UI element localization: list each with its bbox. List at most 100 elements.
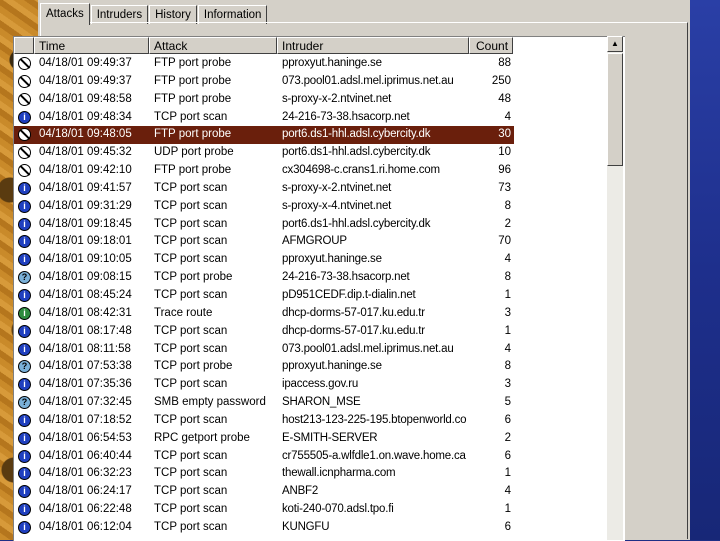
- row-attack: FTP port probe: [154, 92, 232, 105]
- row-time: 04/18/01 07:53:38: [39, 360, 132, 373]
- table-row[interactable]: i 04/18/01 09:41:57 TCP port scan s-proxy-x…: [14, 180, 625, 198]
- column-header-icon[interactable]: [14, 37, 34, 54]
- table-row[interactable]: i 04/18/01 09:31:29 TCP port scan s-proxy-x…: [14, 198, 625, 216]
- row-count: 2: [504, 431, 511, 444]
- column-header-time[interactable]: Time: [34, 37, 149, 54]
- row-intruder: ipaccess.gov.ru: [282, 378, 359, 391]
- column-header-intruder[interactable]: Intruder: [277, 37, 469, 54]
- row-count: 10: [498, 146, 511, 159]
- row-count: 4: [504, 485, 511, 498]
- question-icon: ?: [18, 360, 31, 374]
- ftp-probe-icon: [18, 57, 31, 70]
- row-intruder: s-proxy-x-4.ntvinet.net: [282, 199, 392, 212]
- column-header-attack[interactable]: Attack: [149, 37, 277, 54]
- row-count: 1: [504, 503, 511, 516]
- column-header-count[interactable]: Count: [469, 37, 513, 54]
- scroll-thumb[interactable]: [607, 53, 623, 166]
- row-attack: RPC getport probe: [154, 431, 250, 444]
- row-attack: TCP port scan: [154, 520, 228, 533]
- row-intruder: s-proxy-x-2.ntvinet.net: [282, 92, 392, 105]
- row-time: 04/18/01 06:22:48: [39, 503, 132, 516]
- table-row[interactable]: ? 04/18/01 07:53:38 TCP port probe pproxyut…: [14, 358, 625, 376]
- table-row[interactable]: i 04/18/01 09:48:34 TCP port scan 24-216-73…: [14, 109, 625, 127]
- table-row[interactable]: i 04/18/01 07:18:52 TCP port scan host213-1…: [14, 412, 625, 430]
- arrow-up-icon: ▲: [611, 39, 619, 48]
- vertical-scrollbar[interactable]: ▲: [607, 36, 623, 540]
- table-row[interactable]: i 04/18/01 09:18:01 TCP port scan AFMGROUP 7…: [14, 233, 625, 251]
- row-count: 2: [504, 217, 511, 230]
- table-row[interactable]: i 04/18/01 08:42:31 Trace route dhcp-dorms-…: [14, 305, 625, 323]
- row-time: 04/18/01 09:45:32: [39, 146, 132, 159]
- info-icon: i: [18, 288, 31, 302]
- info-icon: i: [18, 449, 31, 463]
- row-time: 04/18/01 09:49:37: [39, 57, 132, 69]
- ftp-probe-icon: [18, 164, 31, 178]
- table-row[interactable]: ? 04/18/01 07:32:45 SMB empty password SHAR…: [14, 394, 625, 412]
- table-row[interactable]: i 04/18/01 06:32:23 TCP port scan thewall.i…: [14, 465, 625, 483]
- row-count: 1: [504, 467, 511, 480]
- row-attack: TCP port scan: [154, 324, 228, 337]
- row-time: 04/18/01 08:11:58: [39, 342, 131, 355]
- row-time: 04/18/01 08:45:24: [39, 288, 132, 301]
- attacks-list[interactable]: Time Attack Intruder Count 04/18/01 09:4…: [13, 36, 625, 541]
- row-count: 30: [498, 128, 511, 141]
- row-time: 04/18/01 08:17:48: [39, 324, 132, 337]
- row-intruder: pproxyut.haninge.se: [282, 57, 382, 69]
- table-row[interactable]: i 04/18/01 08:17:48 TCP port scan dhcp-dorm…: [14, 323, 625, 341]
- info-icon: i: [18, 520, 31, 534]
- table-row[interactable]: i 04/18/01 08:45:24 TCP port scan pD951CEDF…: [14, 287, 625, 305]
- row-attack: TCP port scan: [154, 217, 228, 230]
- table-row[interactable]: i 04/18/01 06:24:17 TCP port scan ANBF2 4: [14, 483, 625, 501]
- table-row[interactable]: i 04/18/01 09:10:05 TCP port scan pproxyut.…: [14, 251, 625, 269]
- row-intruder: KUNGFU: [282, 520, 330, 533]
- row-time: 04/18/01 06:40:44: [39, 449, 132, 462]
- row-intruder: s-proxy-x-2.ntvinet.net: [282, 181, 392, 194]
- row-time: 04/18/01 09:49:37: [39, 74, 132, 87]
- row-attack: TCP port scan: [154, 253, 228, 266]
- table-row[interactable]: 04/18/01 09:49:37 FTP port probe pproxyut.…: [14, 55, 625, 73]
- table-row[interactable]: 04/18/01 09:49:37 FTP port probe 073.pool0…: [14, 73, 625, 91]
- row-count: 6: [504, 520, 511, 533]
- row-attack: FTP port probe: [154, 128, 232, 141]
- table-row[interactable]: 04/18/01 09:45:32 UDP port probe port6.ds1…: [14, 144, 625, 162]
- row-attack: TCP port scan: [154, 342, 228, 355]
- table-row[interactable]: i 04/18/01 08:11:58 TCP port scan 073.pool0…: [14, 341, 625, 359]
- row-count: 250: [491, 74, 511, 87]
- row-count: 5: [504, 396, 511, 409]
- ftp-probe-icon: [18, 74, 31, 88]
- table-row[interactable]: i 04/18/01 07:35:36 TCP port scan ipaccess.…: [14, 376, 625, 394]
- table-row[interactable]: i 04/18/01 06:40:44 TCP port scan cr755505-…: [14, 448, 625, 466]
- table-row[interactable]: 04/18/01 09:48:58 FTP port probe s-proxy-x…: [14, 91, 625, 109]
- info-icon: i: [18, 378, 31, 392]
- row-count: 6: [504, 449, 511, 462]
- info-icon: i: [18, 467, 31, 481]
- row-count: 3: [504, 378, 511, 391]
- info-icon: i: [18, 485, 31, 499]
- row-count: 8: [504, 360, 511, 373]
- row-intruder: ANBF2: [282, 485, 319, 498]
- info-icon: i: [18, 199, 31, 213]
- row-attack: TCP port scan: [154, 467, 228, 480]
- row-attack: TCP port scan: [154, 235, 228, 248]
- table-row[interactable]: ? 04/18/01 09:08:15 TCP port probe 24-216-7…: [14, 269, 625, 287]
- row-intruder: E-SMITH-SERVER: [282, 431, 378, 444]
- row-attack: FTP port probe: [154, 74, 232, 87]
- info-icon: i: [18, 110, 31, 124]
- row-time: 04/18/01 09:48:34: [39, 110, 132, 123]
- ftp-probe-icon: [18, 128, 31, 142]
- tab-attacks[interactable]: Attacks: [40, 3, 90, 25]
- info-icon: i: [18, 324, 31, 338]
- row-intruder: koti-240-070.adsl.tpo.fi: [282, 503, 394, 516]
- row-intruder: port6.ds1-hhl.adsl.cybercity.dk: [282, 217, 431, 230]
- table-row[interactable]: 04/18/01 09:42:10 FTP port probe cx304698-…: [14, 162, 625, 180]
- table-row[interactable]: i 04/18/01 06:12:04 TCP port scan KUNGFU 6: [14, 519, 625, 537]
- table-row[interactable]: i 04/18/01 09:18:45 TCP port scan port6.ds1…: [14, 216, 625, 234]
- scroll-up-button[interactable]: ▲: [607, 36, 623, 52]
- row-intruder: pproxyut.haninge.se: [282, 360, 382, 373]
- info-icon: i: [18, 431, 31, 445]
- table-row[interactable]: i 04/18/01 06:54:53 RPC getport probe E-SMI…: [14, 430, 625, 448]
- row-intruder: 24-216-73-38.hsacorp.net: [282, 271, 410, 284]
- row-time: 04/18/01 09:18:01: [39, 235, 132, 248]
- table-row[interactable]: i 04/18/01 06:22:48 TCP port scan koti-240-…: [14, 501, 625, 519]
- table-row[interactable]: 04/18/01 09:48:05 FTP port probe port6.ds1…: [14, 126, 514, 145]
